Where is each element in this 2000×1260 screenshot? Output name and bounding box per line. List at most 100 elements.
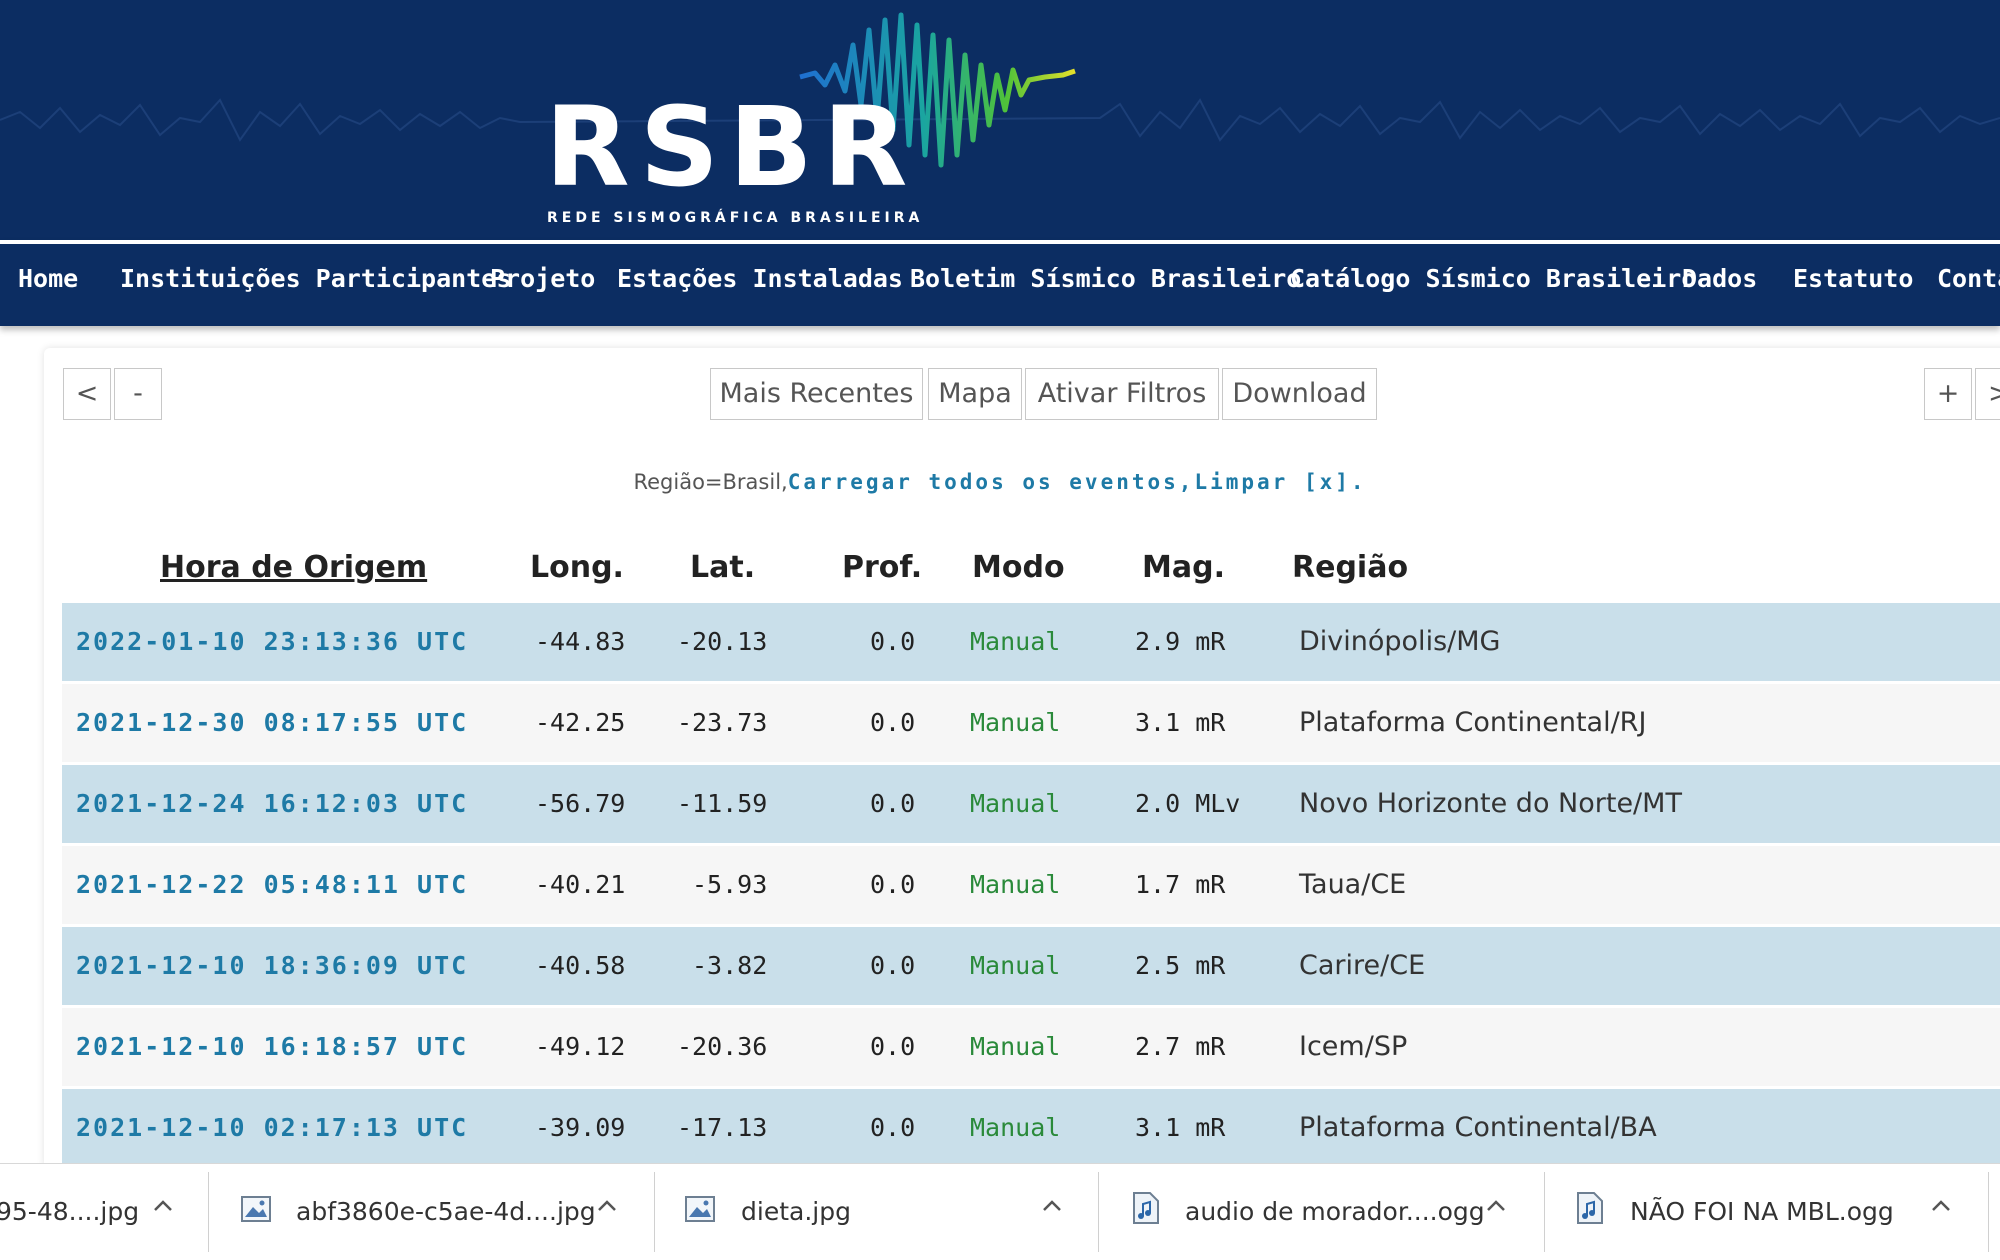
event-magnitude: 1.7 mR [1135, 870, 1226, 899]
event-depth: 0.0 [870, 870, 916, 899]
image-file-icon [241, 1196, 271, 1226]
download-button[interactable]: Download [1222, 368, 1377, 420]
event-magnitude: 2.0 MLv [1135, 789, 1241, 818]
event-mode: Manual [970, 870, 1061, 899]
column-header-region: Região [1292, 550, 1409, 585]
zoom-out-button[interactable]: - [114, 368, 162, 420]
event-depth: 0.0 [870, 1032, 916, 1061]
download-filename: 95-48....jpg [0, 1197, 140, 1226]
nav-item-instituicoes[interactable]: Instituições Participantes [120, 244, 511, 326]
chevron-up-icon[interactable] [596, 1194, 618, 1224]
event-longitude: -49.12 [535, 1032, 626, 1061]
event-longitude: -44.83 [535, 627, 626, 656]
event-region: Divinópolis/MG [1299, 626, 1501, 657]
event-latitude: -20.13 [677, 627, 768, 656]
column-header-mode: Modo [972, 550, 1065, 585]
prev-button[interactable]: < [63, 368, 111, 420]
event-longitude: -39.09 [535, 1113, 626, 1142]
image-file-icon [685, 1196, 715, 1226]
event-time-link[interactable]: 2021-12-30 08:17:55 UTC [76, 684, 468, 762]
event-time-link[interactable]: 2021-12-10 16:18:57 UTC [76, 1008, 468, 1086]
event-latitude: -20.36 [677, 1032, 768, 1061]
chevron-up-icon[interactable] [1930, 1194, 1952, 1224]
activate-filters-button[interactable]: Ativar Filtros [1025, 368, 1219, 420]
event-latitude: -11.59 [677, 789, 768, 818]
event-latitude: -5.93 [692, 870, 768, 899]
next-button[interactable]: > [1975, 368, 2000, 420]
event-region: Plataforma Continental/RJ [1299, 707, 1647, 738]
site-header: RSBR REDE SISMOGRÁFICA BRASILEIRA [0, 0, 2000, 240]
column-header-magnitude: Mag. [1142, 550, 1225, 585]
download-item[interactable]: audio de morador....ogg [1099, 1164, 1544, 1260]
zoom-in-button[interactable]: + [1924, 368, 1972, 420]
table-row[interactable]: 2021-12-24 16:12:03 UTC -56.79 -11.59 0.… [62, 765, 2000, 843]
rsbr-logo[interactable]: RSBR REDE SISMOGRÁFICA BRASILEIRA [545, 0, 1076, 235]
event-time-link[interactable]: 2021-12-10 02:17:13 UTC [76, 1089, 468, 1167]
column-header-latitude: Lat. [690, 550, 756, 585]
event-latitude: -3.82 [692, 951, 768, 980]
event-time-link[interactable]: 2021-12-24 16:12:03 UTC [76, 765, 468, 843]
table-row[interactable]: 2021-12-10 02:17:13 UTC -39.09 -17.13 0.… [62, 1089, 2000, 1167]
event-longitude: -56.79 [535, 789, 626, 818]
nav-item-home[interactable]: Home [18, 244, 78, 326]
download-filename: audio de morador....ogg [1185, 1197, 1485, 1226]
download-filename: dieta.jpg [741, 1197, 851, 1226]
logo-subtitle: REDE SISMOGRÁFICA BRASILEIRA [547, 210, 924, 226]
nav-item-estatuto[interactable]: Estatuto [1793, 244, 1913, 326]
event-depth: 0.0 [870, 951, 916, 980]
event-depth: 0.0 [870, 1113, 916, 1142]
event-magnitude: 3.1 mR [1135, 1113, 1226, 1142]
chevron-up-icon[interactable] [1041, 1194, 1063, 1224]
download-item[interactable]: 95-48....jpg [0, 1164, 208, 1260]
chevron-up-icon[interactable] [1485, 1194, 1507, 1224]
event-mode: Manual [970, 951, 1061, 980]
event-time-link[interactable]: 2022-01-10 23:13:36 UTC [76, 603, 468, 681]
event-region: Novo Horizonte do Norte/MT [1299, 788, 1682, 819]
event-mode: Manual [970, 1032, 1061, 1061]
table-row[interactable]: 2022-01-10 23:13:36 UTC -44.83 -20.13 0.… [62, 603, 2000, 681]
audio-file-icon [1133, 1192, 1159, 1228]
event-longitude: -42.25 [535, 708, 626, 737]
divider [1988, 1172, 1989, 1252]
map-button[interactable]: Mapa [928, 368, 1022, 420]
event-mode: Manual [970, 708, 1061, 737]
region-filter-label: Região=Brasil, [633, 470, 788, 494]
nav-item-conta[interactable]: Conta [1937, 244, 2000, 326]
download-filename: NÃO FOI NA MBL.ogg [1630, 1197, 1894, 1226]
event-mode: Manual [970, 1113, 1061, 1142]
table-row[interactable]: 2021-12-10 18:36:09 UTC -40.58 -3.82 0.0… [62, 927, 2000, 1005]
table-row[interactable]: 2021-12-22 05:48:11 UTC -40.21 -5.93 0.0… [62, 846, 2000, 924]
event-region: Carire/CE [1299, 950, 1426, 981]
download-shelf: 95-48....jpg abf3860e-c5ae-4d....jpg die… [0, 1163, 2000, 1260]
event-depth: 0.0 [870, 789, 916, 818]
nav-item-catalogo[interactable]: Catálogo Sísmico Brasileiro [1290, 244, 1696, 326]
event-longitude: -40.58 [535, 951, 626, 980]
event-longitude: -40.21 [535, 870, 626, 899]
event-depth: 0.0 [870, 708, 916, 737]
event-region: Icem/SP [1299, 1031, 1408, 1062]
nav-item-projeto[interactable]: Projeto [490, 244, 595, 326]
audio-file-icon [1577, 1192, 1603, 1228]
clear-filter-link[interactable]: Limpar [x]. [1194, 470, 1366, 494]
event-time-link[interactable]: 2021-12-10 18:36:09 UTC [76, 927, 468, 1005]
column-header-time[interactable]: Hora de Origem [160, 550, 427, 585]
active-filter-line: Região=Brasil,Carregar todos os eventos,… [0, 470, 2000, 494]
download-filename: abf3860e-c5ae-4d....jpg [296, 1197, 596, 1226]
nav-item-dados[interactable]: Dados [1682, 244, 1757, 326]
event-depth: 0.0 [870, 627, 916, 656]
event-latitude: -23.73 [677, 708, 768, 737]
table-row[interactable]: 2021-12-30 08:17:55 UTC -42.25 -23.73 0.… [62, 684, 2000, 762]
nav-item-estacoes[interactable]: Estações Instaladas [617, 244, 903, 326]
nav-item-boletim[interactable]: Boletim Sísmico Brasileiro [910, 244, 1301, 326]
event-time-link[interactable]: 2021-12-22 05:48:11 UTC [76, 846, 468, 924]
chevron-up-icon[interactable] [152, 1194, 174, 1224]
column-header-longitude: Long. [530, 550, 624, 585]
download-item[interactable]: abf3860e-c5ae-4d....jpg [209, 1164, 654, 1260]
load-all-events-link[interactable]: Carregar todos os eventos, [788, 470, 1195, 494]
table-row[interactable]: 2021-12-10 16:18:57 UTC -49.12 -20.36 0.… [62, 1008, 2000, 1086]
column-header-depth: Prof. [842, 550, 923, 585]
download-item[interactable]: NÃO FOI NA MBL.ogg [1545, 1164, 1990, 1260]
recent-events-button[interactable]: Mais Recentes [710, 368, 923, 420]
download-item[interactable]: dieta.jpg [655, 1164, 1098, 1260]
event-mode: Manual [970, 627, 1061, 656]
